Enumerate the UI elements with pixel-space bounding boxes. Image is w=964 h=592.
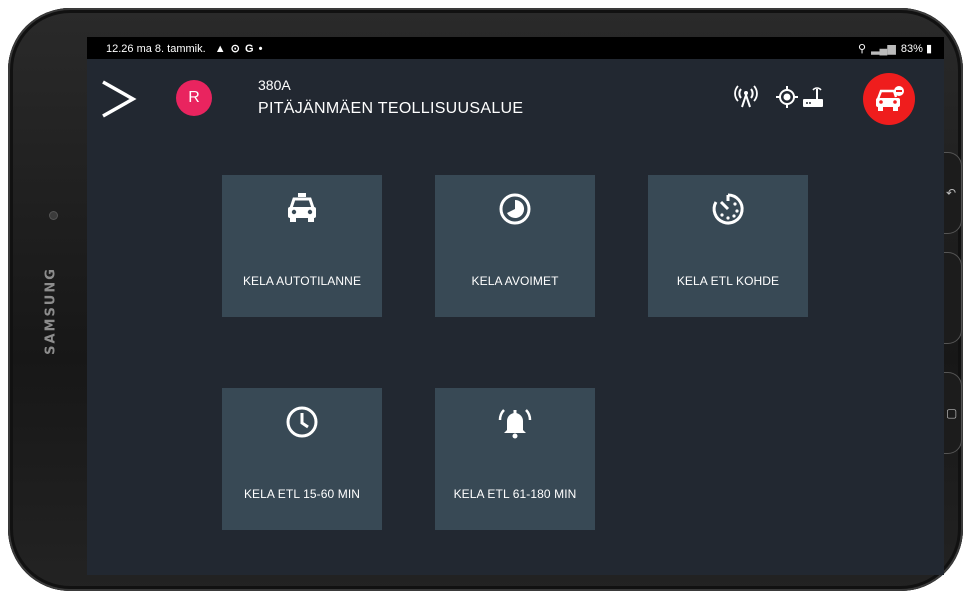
tile-kela-etl-15-60-min[interactable]: KELA ETL 15-60 MIN xyxy=(222,388,382,530)
status-time: 12.26 xyxy=(106,43,134,55)
tile-label: KELA ETL KOHDE xyxy=(676,274,780,288)
recents-hardware-button[interactable]: ▢ xyxy=(941,372,962,454)
tile-label: KELA AUTOTILANNE xyxy=(242,274,362,288)
car-alert-icon xyxy=(876,86,904,111)
brand-logo: SAMSUNG xyxy=(43,267,59,355)
back-arrow-icon: ↶ xyxy=(946,186,957,200)
bell-ring-icon xyxy=(498,409,532,439)
status-right: ⚲ ▂▄▆ 83% ▮ xyxy=(858,42,932,55)
tile-label: KELA AVOIMET xyxy=(471,274,559,288)
router-icon xyxy=(803,87,823,107)
notification-icons: ▲ ⊙ G • xyxy=(214,43,264,55)
tile-kela-avoimet[interactable]: KELA AVOIMET xyxy=(435,175,595,317)
status-left: 12.26 ma 8. tammik. ▲ ⊙ G • xyxy=(106,42,263,55)
home-hardware-button[interactable] xyxy=(941,252,962,344)
tile-kela-autotilanne[interactable]: KELA AUTOTILANNE xyxy=(222,175,382,317)
location-pin-icon: ⚲ xyxy=(857,43,866,55)
vehicle-code: 380A xyxy=(258,77,291,93)
front-camera xyxy=(50,212,57,219)
avatar[interactable]: R xyxy=(176,80,212,116)
car-status-button[interactable] xyxy=(863,73,915,125)
pie-clock-icon xyxy=(499,193,531,225)
timer-icon xyxy=(712,193,744,225)
menu-chevron-icon[interactable] xyxy=(99,79,137,119)
tile-kela-etl-61-180-min[interactable]: KELA ETL 61-180 MIN xyxy=(435,388,595,530)
tile-kela-etl-kohde[interactable]: KELA ETL KOHDE xyxy=(648,175,808,317)
signal-icon: ▂▄▆ xyxy=(871,43,896,55)
battery-percent: 83% xyxy=(900,43,923,55)
app-screen: 12.26 ma 8. tammik. ▲ ⊙ G • ⚲ ▂▄▆ 83% ▮ … xyxy=(87,37,944,575)
gps-target-icon xyxy=(776,86,798,108)
status-date: ma 8. tammik. xyxy=(136,43,206,55)
taxi-icon xyxy=(288,193,316,222)
recents-icon: ▢ xyxy=(946,406,958,420)
back-hardware-button[interactable]: ↶ xyxy=(941,152,962,234)
location-name: PITÄJÄNMÄEN TEOLLISUUSALUE xyxy=(258,100,524,117)
status-bar: 12.26 ma 8. tammik. ▲ ⊙ G • ⚲ ▂▄▆ 83% ▮ xyxy=(87,37,944,59)
tile-label: KELA ETL 15-60 MIN xyxy=(243,487,361,501)
battery-icon: ▮ xyxy=(925,43,932,55)
signal-tower-icon xyxy=(734,85,758,108)
tile-label: KELA ETL 61-180 MIN xyxy=(453,487,577,501)
clock-icon xyxy=(286,406,318,438)
